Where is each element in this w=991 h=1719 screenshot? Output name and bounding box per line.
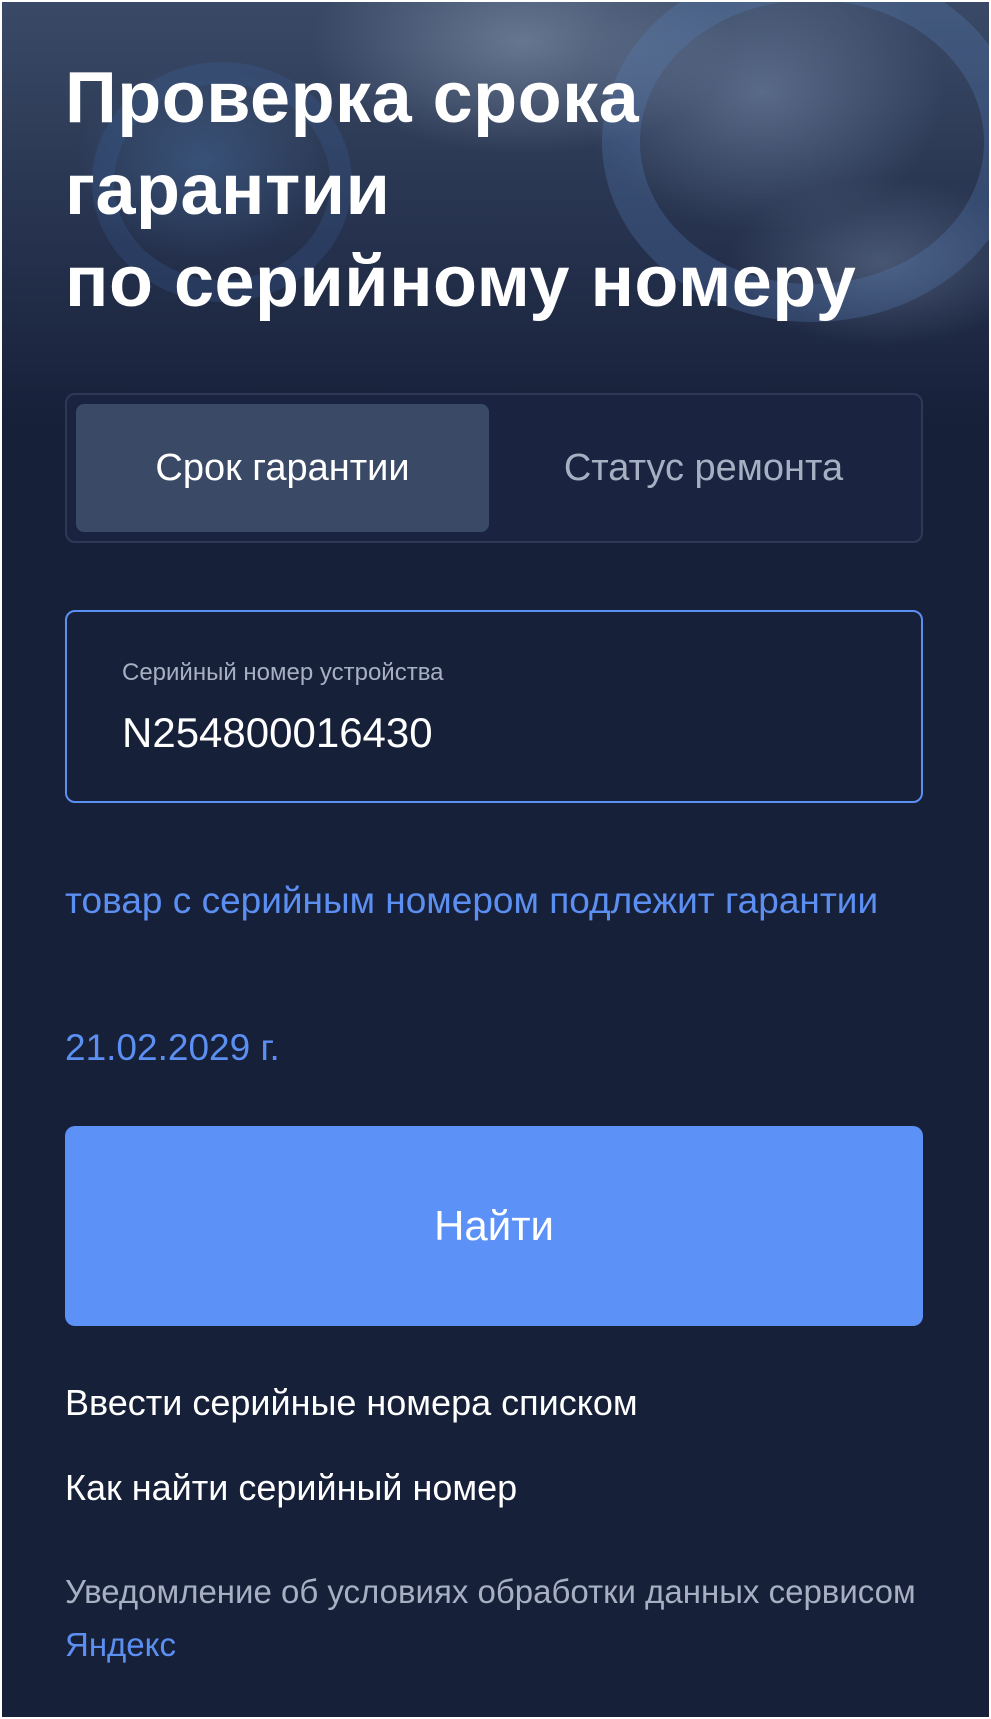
page-frame: Проверка срока гарантии по серийному ном… xyxy=(2,2,989,1717)
page-title-line-1: Проверка срока xyxy=(65,58,640,138)
tab-warranty-period[interactable]: Срок гарантии xyxy=(76,404,489,532)
serial-number-input[interactable] xyxy=(122,709,882,757)
warranty-result-message: товар с серийным номером подлежит гарант… xyxy=(65,880,879,921)
page-title-line-3: по серийному номеру xyxy=(65,242,857,322)
tab-repair-status[interactable]: Статус ремонта xyxy=(497,404,910,532)
page-title-line-2: гарантии xyxy=(65,150,391,230)
serial-number-label: Серийный номер устройства xyxy=(122,659,444,686)
data-processing-notice: Уведомление об условиях обработки данных… xyxy=(65,1565,925,1671)
yandex-link[interactable]: Яндекс xyxy=(65,1626,176,1663)
notice-text: Уведомление об условиях обработки данных… xyxy=(65,1573,916,1610)
bulk-entry-link[interactable]: Ввести серийные номера списком xyxy=(65,1382,638,1424)
page-title: Проверка срока гарантии по серийному ном… xyxy=(65,52,945,328)
search-button[interactable]: Найти xyxy=(65,1126,923,1326)
how-to-find-serial-link[interactable]: Как найти серийный номер xyxy=(65,1467,517,1509)
tab-switcher: Срок гарантии Статус ремонта xyxy=(65,393,923,543)
serial-number-field[interactable]: Серийный номер устройства xyxy=(65,610,923,803)
warranty-end-date: 21.02.2029 г. xyxy=(65,1027,280,1068)
